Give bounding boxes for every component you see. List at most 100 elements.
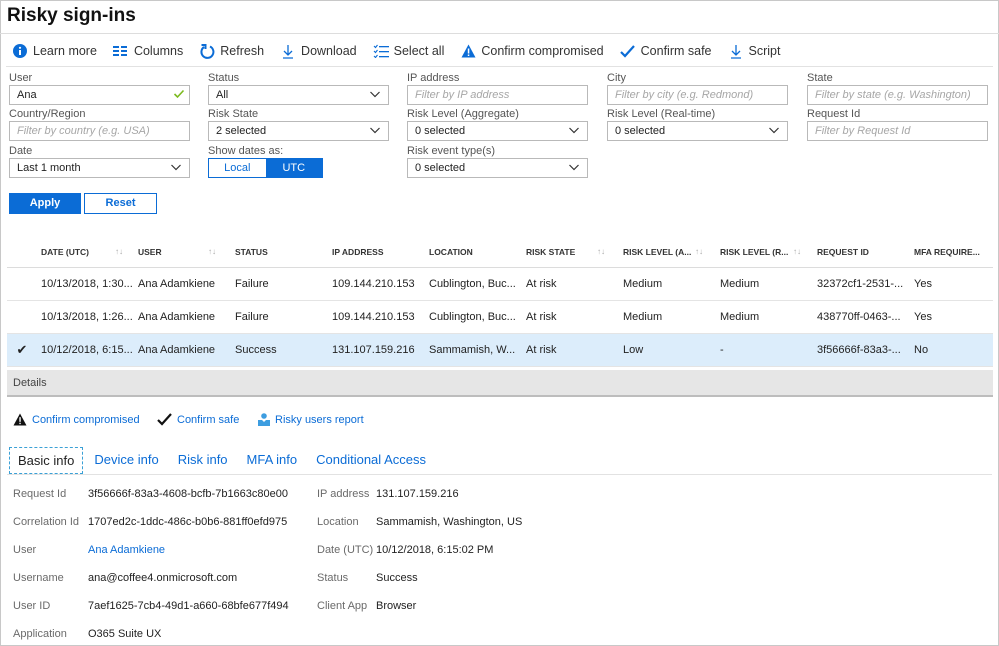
script-button[interactable]: Script <box>728 43 780 59</box>
status-dropdown[interactable]: All <box>208 85 389 105</box>
table-header: DATE (UTC) ↑↓ USER ↑↓ STATUS IP ADDRESS … <box>7 236 993 268</box>
chevron-down-icon <box>369 124 381 136</box>
toggle-utc[interactable]: UTC <box>265 159 322 177</box>
cell-risk-level-aggregate: Medium <box>623 278 663 290</box>
apply-button[interactable]: Apply <box>9 193 81 214</box>
detail-key: Client App <box>317 600 368 612</box>
details-confirm-safe-button[interactable]: Confirm safe <box>157 413 239 426</box>
risk-level-realtime-dropdown[interactable]: 0 selected <box>607 121 788 141</box>
column-header-risk-level-aggregate[interactable]: RISK LEVEL (A... <box>623 247 691 257</box>
detail-value: 3f56666f-83a3-4608-bcfb-7b1663c80e00 <box>88 488 288 500</box>
column-header-risk-state[interactable]: RISK STATE <box>526 247 575 257</box>
table-row[interactable]: 10/13/2018, 1:30... Ana Adamkiene Failur… <box>7 268 993 301</box>
columns-button[interactable]: Columns <box>113 43 183 59</box>
cell-risk-level-realtime: Medium <box>720 311 760 323</box>
state-filter: State Filter by state (e.g. Washington) <box>807 71 988 105</box>
risk-event-filter: Risk event type(s) 0 selected <box>407 144 588 178</box>
warning-icon <box>13 413 27 426</box>
risky-users-report-button[interactable]: Risky users report <box>258 413 364 427</box>
sort-icon[interactable]: ↑↓ <box>695 247 703 256</box>
chevron-down-icon <box>369 88 381 100</box>
refresh-button[interactable]: Refresh <box>199 43 264 59</box>
cell-risk-state: At risk <box>526 344 557 356</box>
detail-value: Success <box>376 572 418 584</box>
download-button[interactable]: Download <box>280 43 357 59</box>
tab-basic-info[interactable]: Basic info <box>9 447 84 474</box>
city-input[interactable]: Filter by city (e.g. Redmond) <box>607 85 788 105</box>
date-dropdown[interactable]: Last 1 month <box>9 158 190 178</box>
user-link[interactable]: Ana Adamkiene <box>88 544 165 556</box>
ip-filter-label: IP address <box>407 72 460 84</box>
table-row-selected[interactable]: ✔ 10/12/2018, 6:15... Ana Adamkiene Succ… <box>7 334 993 367</box>
column-header-mfa-required[interactable]: MFA REQUIRE... <box>914 247 980 257</box>
user-input[interactable]: Ana <box>9 85 190 105</box>
details-confirm-compromised-button[interactable]: Confirm compromised <box>13 413 140 426</box>
toolbar: Learn more Columns Refresh Download Sele… <box>12 41 796 61</box>
tab-mfa-info[interactable]: MFA info <box>239 447 306 474</box>
column-header-user[interactable]: USER <box>138 247 162 257</box>
detail-value: 131.107.159.216 <box>376 488 459 500</box>
row-checkbox-checked-icon[interactable]: ✔ <box>15 343 29 357</box>
column-header-location[interactable]: LOCATION <box>429 247 473 257</box>
user-filter: User Ana <box>9 71 190 105</box>
tab-conditional-access[interactable]: Conditional Access <box>308 447 434 474</box>
details-header: Details <box>7 370 993 397</box>
request-id-placeholder: Filter by Request Id <box>815 125 911 137</box>
request-id-label: Request Id <box>807 108 861 120</box>
status-filter-label: Status <box>208 72 240 84</box>
divider <box>6 66 993 67</box>
sort-icon[interactable]: ↑↓ <box>115 247 123 256</box>
chevron-down-icon <box>170 161 182 173</box>
reset-button[interactable]: Reset <box>84 193 157 214</box>
tab-risk-info[interactable]: Risk info <box>170 447 236 474</box>
table-row[interactable]: 10/13/2018, 1:26... Ana Adamkiene Failur… <box>7 301 993 334</box>
refresh-icon <box>199 43 215 59</box>
detail-key: User ID <box>13 600 51 612</box>
risk-level-aggregate-filter: Risk Level (Aggregate) 0 selected <box>407 107 588 141</box>
learn-more-button[interactable]: Learn more <box>12 43 97 59</box>
risk-state-dropdown[interactable]: 2 selected <box>208 121 389 141</box>
detail-value: 1707ed2c-1ddc-486c-b0b6-881ff0efd975 <box>88 516 288 528</box>
toggle-local[interactable]: Local <box>209 159 266 177</box>
tab-device-info[interactable]: Device info <box>86 447 166 474</box>
cell-ip: 109.144.210.153 <box>332 278 415 290</box>
date-filter-label: Date <box>9 145 33 157</box>
cell-request-id: 438770ff-0463-... <box>817 311 901 323</box>
state-input-placeholder: Filter by state (e.g. Washington) <box>815 89 971 101</box>
select-all-button[interactable]: Select all <box>373 43 445 59</box>
risk-level-aggregate-label: Risk Level (Aggregate) <box>407 108 519 120</box>
valid-check-icon <box>173 88 185 106</box>
date-format-toggle: Local UTC <box>208 158 323 178</box>
confirm-safe-label: Confirm safe <box>177 413 240 426</box>
column-header-ip[interactable]: IP ADDRESS <box>332 247 384 257</box>
state-input[interactable]: Filter by state (e.g. Washington) <box>807 85 988 105</box>
column-header-risk-level-realtime[interactable]: RISK LEVEL (R... <box>720 247 788 257</box>
cell-location: Cublington, Buc... <box>429 311 516 323</box>
country-input-placeholder: Filter by country (e.g. USA) <box>17 125 150 137</box>
sort-icon[interactable]: ↑↓ <box>208 247 216 256</box>
request-id-input[interactable]: Filter by Request Id <box>807 121 988 141</box>
country-input[interactable]: Filter by country (e.g. USA) <box>9 121 190 141</box>
confirm-safe-button[interactable]: Confirm safe <box>620 43 712 59</box>
detail-key: Status <box>317 572 349 584</box>
show-dates-label: Show dates as: <box>208 145 284 157</box>
select-all-label: Select all <box>393 44 445 58</box>
detail-value: 10/12/2018, 6:15:02 PM <box>376 544 494 556</box>
cell-risk-level-realtime: - <box>720 344 724 356</box>
cell-status: Failure <box>235 278 269 290</box>
download-label: Download <box>301 44 357 58</box>
column-header-status[interactable]: STATUS <box>235 247 268 257</box>
risk-level-aggregate-dropdown[interactable]: 0 selected <box>407 121 588 141</box>
chevron-down-icon <box>768 124 780 136</box>
risk-level-realtime-filter: Risk Level (Real-time) 0 selected <box>607 107 788 141</box>
ip-filter: IP address Filter by IP address <box>407 71 588 105</box>
sort-icon[interactable]: ↑↓ <box>793 247 801 256</box>
cell-status: Failure <box>235 311 269 323</box>
confirm-compromised-button[interactable]: Confirm compromised <box>460 43 604 59</box>
country-filter: Country/Region Filter by country (e.g. U… <box>9 107 190 141</box>
column-header-request-id[interactable]: REQUEST ID <box>817 247 869 257</box>
column-header-date[interactable]: DATE (UTC) <box>41 247 89 257</box>
risk-event-dropdown[interactable]: 0 selected <box>407 158 588 178</box>
ip-input[interactable]: Filter by IP address <box>407 85 588 105</box>
sort-icon[interactable]: ↑↓ <box>597 247 605 256</box>
